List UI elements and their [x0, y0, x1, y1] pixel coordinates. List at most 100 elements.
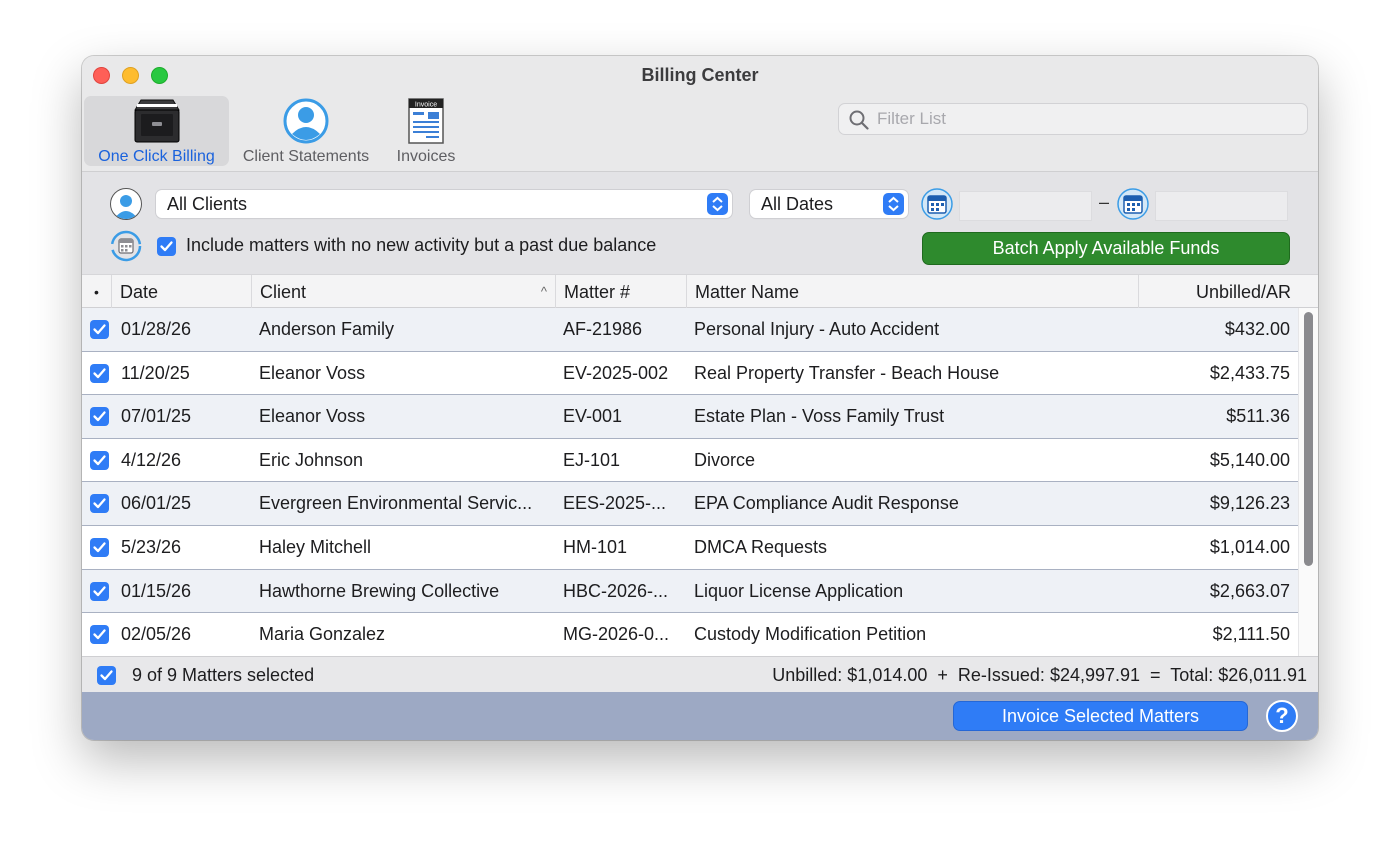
calendar-icon[interactable] — [1117, 188, 1149, 220]
calendar-icon[interactable] — [921, 188, 953, 220]
table-header: • Date Client ^ Matter # Matter Name Unb… — [82, 274, 1318, 308]
table-row[interactable]: 06/01/25 Evergreen Environmental Servic.… — [82, 482, 1298, 526]
matters-table: • Date Client ^ Matter # Matter Name Unb… — [82, 274, 1318, 656]
row-client: Eleanor Voss — [259, 362, 366, 383]
calendar-refresh-icon[interactable] — [110, 230, 142, 262]
person-icon — [114, 195, 138, 219]
row-matter-number: MG-2026-0... — [563, 624, 670, 645]
row-checkbox[interactable] — [90, 625, 109, 645]
row-date: 01/15/26 — [121, 580, 192, 601]
filter-list-input[interactable] — [877, 104, 1297, 134]
client-select-value: All Clients — [167, 194, 248, 214]
date-to-field[interactable] — [1155, 191, 1288, 221]
row-matter-name: Divorce — [694, 449, 756, 470]
file-box-icon — [133, 99, 180, 143]
help-button[interactable]: ? — [1266, 700, 1298, 732]
sort-ascending-icon: ^ — [540, 284, 547, 299]
chevron-updown-icon — [888, 196, 899, 212]
select-all-checkbox[interactable] — [97, 666, 116, 685]
checkmark-icon — [160, 241, 173, 252]
row-matter-number: EES-2025-... — [563, 493, 667, 514]
row-unbilled-ar: $9,126.23 — [1209, 493, 1290, 514]
table-row[interactable]: 4/12/26 Eric Johnson EJ-101 Divorce $5,1… — [82, 439, 1298, 483]
row-client: Eleanor Voss — [259, 406, 366, 427]
date-from-field[interactable] — [959, 191, 1092, 221]
table-row[interactable]: 01/28/26 Anderson Family AF-21986 Person… — [82, 308, 1298, 352]
filter-list-field[interactable] — [838, 103, 1308, 135]
date-separator: – — [1099, 192, 1110, 212]
row-client: Eric Johnson — [259, 449, 364, 470]
selected-count-label: 9 of 9 Matters selected — [132, 665, 315, 685]
row-client: Anderson Family — [259, 319, 395, 339]
date-range-select-value: All Dates — [761, 194, 834, 214]
row-matter-name: EPA Compliance Audit Response — [694, 493, 959, 514]
checkmark-icon — [100, 670, 113, 681]
row-date: 11/20/25 — [121, 362, 190, 383]
billing-center-window: Billing Center One Click Billing Client … — [82, 56, 1318, 740]
window-title: Billing Center — [641, 65, 759, 85]
row-date: 5/23/26 — [121, 536, 182, 557]
search-icon — [849, 110, 869, 130]
row-checkbox[interactable] — [90, 320, 109, 339]
column-header-client-label: Client — [260, 282, 307, 302]
table-row[interactable]: 02/05/26 Maria Gonzalez MG-2026-0... Cus… — [82, 613, 1298, 656]
column-header-matter-name[interactable]: Matter Name — [687, 275, 1139, 308]
batch-apply-funds-button[interactable]: Batch Apply Available Funds — [922, 232, 1290, 265]
row-matter-number: EV-001 — [563, 406, 623, 427]
toolbar-one-click-billing[interactable]: One Click Billing — [84, 96, 229, 166]
table-row[interactable]: 11/20/25 Eleanor Voss EV-2025-002 Real P… — [82, 352, 1298, 396]
table-row[interactable]: 07/01/25 Eleanor Voss EV-001 Estate Plan… — [82, 395, 1298, 439]
row-unbilled-ar: $2,433.75 — [1209, 362, 1290, 383]
row-matter-name: Liquor License Application — [694, 580, 904, 601]
invoice-document-icon: Invoice — [408, 98, 444, 144]
row-matter-name: Personal Injury - Auto Accident — [694, 319, 940, 339]
column-header-matter-number[interactable]: Matter # — [556, 275, 687, 308]
include-past-due-label: Include matters with no new activity but… — [186, 235, 657, 255]
checkmark-icon — [93, 498, 106, 509]
toolbar-client-statements-label: Client Statements — [242, 148, 370, 165]
row-unbilled-ar: $432.00 — [1224, 319, 1290, 339]
table-body: 01/28/26 Anderson Family AF-21986 Person… — [82, 308, 1298, 656]
toolbar-invoices[interactable]: Invoice Invoices — [388, 96, 464, 166]
row-checkbox[interactable] — [90, 407, 109, 427]
client-picker-button[interactable] — [110, 188, 142, 220]
row-date: 06/01/25 — [121, 493, 192, 514]
row-date: 07/01/25 — [121, 406, 192, 427]
checkmark-icon — [93, 585, 106, 596]
row-matter-number: HBC-2026-... — [563, 580, 669, 601]
row-unbilled-ar: $2,111.50 — [1212, 624, 1290, 645]
checkmark-icon — [93, 629, 106, 640]
column-header-select[interactable]: • — [82, 275, 112, 308]
row-checkbox[interactable] — [90, 363, 109, 383]
row-client: Haley Mitchell — [259, 536, 372, 557]
row-matter-number: AF-21986 — [563, 319, 643, 339]
toolbar-client-statements[interactable]: Client Statements — [234, 96, 378, 166]
invoice-selected-matters-button[interactable]: Invoice Selected Matters — [953, 701, 1248, 731]
totals-label: Unbilled: $1,014.00 + Re-Issued: $24,997… — [772, 665, 1307, 685]
table-scrollbar-thumb[interactable] — [1304, 312, 1313, 566]
table-scrollbar[interactable] — [1298, 308, 1318, 656]
column-header-date[interactable]: Date — [112, 275, 252, 308]
row-date: 01/28/26 — [121, 319, 192, 339]
table-row[interactable]: 01/15/26 Hawthorne Brewing Collective HB… — [82, 569, 1298, 614]
row-checkbox[interactable] — [90, 450, 109, 470]
row-date: 4/12/26 — [121, 449, 182, 470]
row-checkbox[interactable] — [90, 581, 109, 601]
include-past-due-checkbox[interactable] — [157, 237, 176, 256]
row-unbilled-ar: $2,663.07 — [1209, 580, 1290, 601]
toolbar-invoices-label: Invoices — [396, 148, 456, 165]
column-header-unbilled-ar[interactable]: Unbilled/AR — [1139, 275, 1297, 308]
client-select[interactable]: All Clients — [156, 190, 732, 218]
table-row[interactable]: 5/23/26 Haley Mitchell HM-101 DMCA Reque… — [82, 526, 1298, 570]
row-client: Evergreen Environmental Servic... — [259, 493, 533, 514]
row-matter-name: Real Property Transfer - Beach House — [694, 362, 1000, 383]
date-range-select[interactable]: All Dates — [750, 190, 908, 218]
row-date: 02/05/26 — [121, 624, 192, 645]
titlebar: Billing Center One Click Billing Client … — [82, 56, 1318, 172]
row-matter-number: HM-101 — [563, 536, 628, 557]
row-unbilled-ar: $5,140.00 — [1209, 449, 1290, 470]
row-checkbox[interactable] — [90, 494, 109, 514]
row-checkbox[interactable] — [90, 537, 109, 557]
column-header-client[interactable]: Client ^ — [252, 275, 556, 308]
row-client: Maria Gonzalez — [259, 624, 386, 645]
